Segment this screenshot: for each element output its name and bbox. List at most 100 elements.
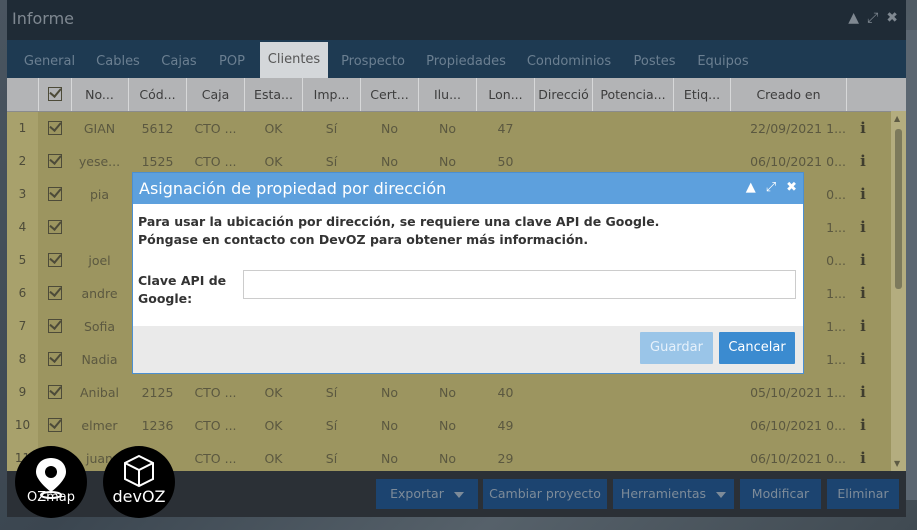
row-select[interactable] xyxy=(38,211,71,244)
row-number: 3 xyxy=(7,178,38,211)
row-select[interactable] xyxy=(38,244,71,277)
minimize-icon[interactable]: ▲ xyxy=(746,180,756,195)
cancel-button[interactable]: Cancelar xyxy=(719,332,795,364)
tab-postes[interactable]: Postes xyxy=(627,48,682,78)
checkbox-icon[interactable] xyxy=(47,87,62,101)
row-number: 8 xyxy=(7,343,38,376)
export-button[interactable]: Exportar xyxy=(376,479,478,509)
cell-lon: 49 xyxy=(497,418,514,433)
tab-prospecto[interactable]: Prospecto xyxy=(337,48,409,78)
checkbox-icon[interactable] xyxy=(47,253,62,267)
info-icon[interactable]: i xyxy=(853,376,873,409)
row-select[interactable] xyxy=(38,310,71,343)
tab-cables[interactable]: Cables xyxy=(87,48,149,78)
header-lon[interactable]: Lon... xyxy=(477,78,535,111)
cell-lon: 40 xyxy=(497,385,514,400)
cell-name xyxy=(71,211,128,244)
info-icon[interactable]: i xyxy=(853,343,873,376)
row-select[interactable] xyxy=(38,112,71,145)
table-scrollbar[interactable]: ▲ ▼ xyxy=(891,111,906,471)
edit-button[interactable]: Modificar xyxy=(740,479,821,509)
checkbox-icon[interactable] xyxy=(47,319,62,333)
info-icon[interactable]: i xyxy=(853,277,873,310)
header-box[interactable]: Caja xyxy=(187,78,245,111)
cell-created: 06/10/2021 0... xyxy=(750,418,846,433)
info-icon[interactable]: i xyxy=(853,409,873,442)
header-address[interactable]: Direcció xyxy=(535,78,593,111)
info-icon[interactable]: i xyxy=(853,178,873,211)
cell-created: 06/10/2021 0... xyxy=(750,451,846,466)
row-number: 7 xyxy=(7,310,38,343)
cell-created: 22/09/2021 1... xyxy=(750,121,846,136)
info-icon[interactable]: i xyxy=(853,211,873,244)
table-row[interactable]: 10 elmer 1236 CTO ... OK Sí No No 49 06/10/2021 0… xyxy=(7,409,891,443)
checkbox-icon[interactable] xyxy=(47,385,62,399)
checkbox-icon[interactable] xyxy=(47,220,62,234)
row-select[interactable] xyxy=(38,343,71,376)
devoz-logo: devOZ xyxy=(103,446,175,518)
api-key-input[interactable] xyxy=(243,270,796,299)
header-code[interactable]: Cód... xyxy=(129,78,187,111)
export-label: Exportar xyxy=(390,486,444,501)
info-icon[interactable]: i xyxy=(853,112,873,145)
change-project-button[interactable]: Cambiar proyecto xyxy=(483,479,607,509)
checkbox-icon[interactable] xyxy=(47,187,62,201)
maximize-icon[interactable]: ⤢ xyxy=(766,180,776,195)
scroll-down-icon[interactable]: ▼ xyxy=(894,459,900,468)
tab-general[interactable]: General xyxy=(17,48,82,78)
checkbox-icon[interactable] xyxy=(47,154,62,168)
tab-condominios[interactable]: Condominios xyxy=(524,48,614,78)
info-icon[interactable]: i xyxy=(853,310,873,343)
row-number: 4 xyxy=(7,211,38,244)
cell-status: OK xyxy=(264,121,283,136)
tab-propiedades[interactable]: Propiedades xyxy=(420,48,512,78)
info-icon[interactable]: i xyxy=(853,145,873,178)
header-status[interactable]: Esta... xyxy=(245,78,303,111)
table-row[interactable]: 1 GIAN 5612 CTO ... OK Sí No No 47 22/09/2021 1..… xyxy=(7,112,891,146)
header-imp[interactable]: Imp... xyxy=(303,78,361,111)
header-created[interactable]: Creado en xyxy=(731,78,847,111)
header-tag[interactable]: Etiq... xyxy=(674,78,731,111)
minimize-icon[interactable]: ▲ xyxy=(848,10,859,26)
checkbox-icon[interactable] xyxy=(47,352,62,366)
tab-pop[interactable]: POP xyxy=(212,48,252,78)
cell-code: 1236 xyxy=(141,418,174,433)
header-ilu[interactable]: Ilu... xyxy=(419,78,477,111)
tab-cajas[interactable]: Cajas xyxy=(154,48,204,78)
tab-equipos[interactable]: Equipos xyxy=(689,48,757,78)
row-select[interactable] xyxy=(38,178,71,211)
window-title: Informe xyxy=(12,9,75,28)
dialog-controls: ▲ ⤢ ✖ xyxy=(746,180,797,195)
save-button[interactable]: Guardar xyxy=(640,332,713,364)
delete-button[interactable]: Eliminar xyxy=(827,479,899,509)
row-number: 5 xyxy=(7,244,38,277)
close-icon[interactable]: ✖ xyxy=(886,10,898,26)
scroll-up-icon[interactable]: ▲ xyxy=(894,114,900,123)
ozmap-logo: OZmap xyxy=(15,446,87,518)
cell-name: joel xyxy=(88,253,111,268)
checkbox-icon[interactable] xyxy=(47,418,62,432)
checkbox-icon[interactable] xyxy=(47,121,62,135)
header-name[interactable]: No... xyxy=(71,78,129,111)
table-row[interactable]: 9 Anibal 2125 CTO ... OK Sí No No 40 05/10/2021 1… xyxy=(7,376,891,410)
header-select-all[interactable] xyxy=(38,78,72,111)
row-number: 9 xyxy=(7,376,38,409)
maximize-icon[interactable]: ⤢ xyxy=(867,10,878,26)
row-select[interactable] xyxy=(38,409,71,442)
scroll-thumb[interactable] xyxy=(895,129,902,289)
cell-cert: No xyxy=(381,385,398,400)
row-select[interactable] xyxy=(38,376,71,409)
close-icon[interactable]: ✖ xyxy=(786,180,797,195)
row-select[interactable] xyxy=(38,277,71,310)
checkbox-icon[interactable] xyxy=(47,286,62,300)
row-select[interactable] xyxy=(38,145,71,178)
tab-clientes[interactable]: Clientes xyxy=(260,42,328,78)
window-titlebar: Informe ▲ ⤢ ✖ xyxy=(7,0,906,40)
header-power[interactable]: Potencia... xyxy=(593,78,674,111)
info-icon[interactable]: i xyxy=(853,244,873,277)
cell-name: Nadia xyxy=(81,352,118,367)
devoz-logo-text: devOZ xyxy=(112,487,166,506)
tools-button[interactable]: Herramientas xyxy=(613,479,734,509)
header-cert[interactable]: Cert... xyxy=(361,78,419,111)
info-icon[interactable]: i xyxy=(853,442,873,471)
